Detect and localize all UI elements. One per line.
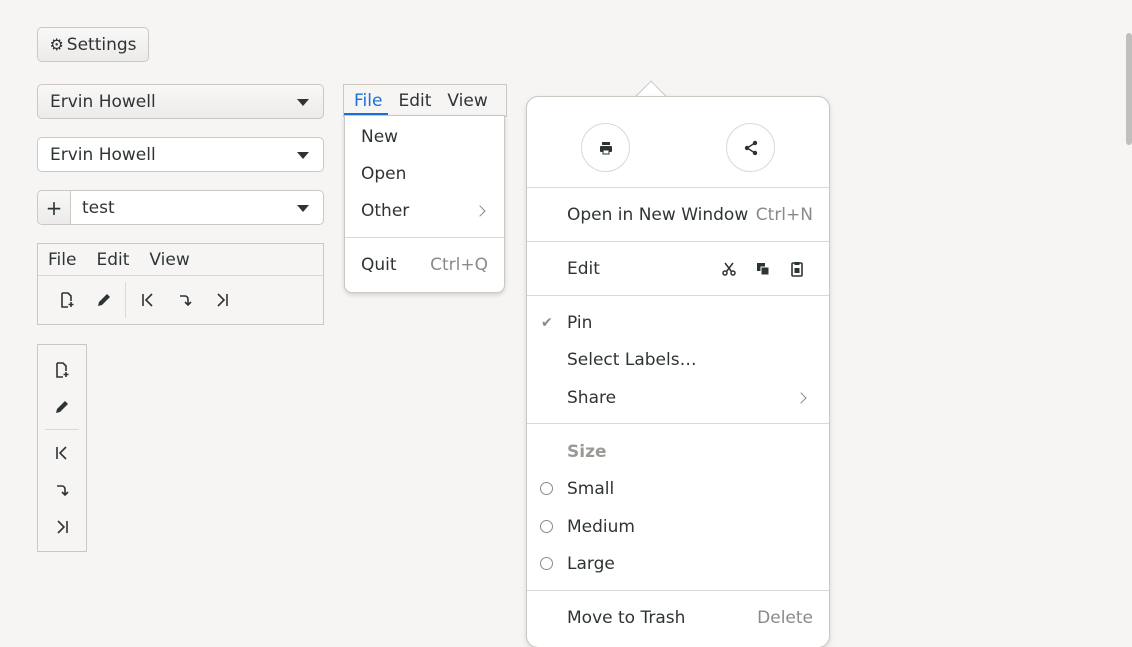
horizontal-toolbar bbox=[38, 276, 323, 324]
menu-separator bbox=[345, 237, 504, 238]
menu-item-other[interactable]: Other bbox=[345, 192, 504, 229]
move-to-trash-item[interactable]: Move to Trash Delete bbox=[567, 603, 813, 633]
user-combo-flat[interactable]: Ervin Howell bbox=[37, 137, 324, 172]
file-menu-dropdown: New Open Other Quit Ctrl+Q bbox=[344, 115, 505, 293]
combo-entry-value[interactable]: test bbox=[71, 191, 115, 224]
menubar-open: File Edit View bbox=[343, 84, 507, 117]
item-label: Move to Trash bbox=[567, 608, 686, 628]
share-button[interactable] bbox=[726, 123, 775, 172]
dropdown-arrow-icon bbox=[297, 152, 309, 159]
size-large-item[interactable]: Large bbox=[567, 549, 813, 579]
go-first-button[interactable] bbox=[44, 434, 81, 471]
edit-button[interactable] bbox=[44, 388, 81, 425]
section-title: Size bbox=[567, 442, 607, 462]
combo-value: Ervin Howell bbox=[50, 91, 156, 112]
toolbar-separator bbox=[125, 282, 126, 318]
go-first-button[interactable] bbox=[129, 282, 166, 319]
share-icon bbox=[744, 140, 757, 155]
go-last-button[interactable] bbox=[203, 282, 240, 319]
item-label: Pin bbox=[567, 313, 593, 333]
add-button[interactable]: + bbox=[38, 191, 71, 224]
item-label: Large bbox=[567, 554, 615, 574]
share-item[interactable]: Share bbox=[567, 383, 813, 413]
size-small-item[interactable]: Small bbox=[567, 474, 813, 504]
menu-edit[interactable]: Edit bbox=[86, 250, 139, 270]
select-labels-item[interactable]: Select Labels… bbox=[567, 345, 813, 375]
combo-entry-test[interactable]: + test bbox=[37, 190, 324, 225]
print-icon bbox=[599, 141, 612, 154]
go-first-icon bbox=[56, 445, 67, 460]
pin-item[interactable]: Pin bbox=[567, 308, 813, 338]
settings-label: Settings bbox=[66, 34, 137, 55]
item-label: Medium bbox=[567, 517, 635, 537]
user-combo-dropdown[interactable]: Ervin Howell bbox=[37, 84, 324, 119]
menubar-toolbar-panel: File Edit View bbox=[37, 243, 324, 325]
toolbar-separator bbox=[45, 429, 79, 430]
item-label: Open in New Window bbox=[567, 205, 749, 225]
size-section-title: Size bbox=[567, 437, 813, 467]
context-popover: Open in New Window Ctrl+N Edit ✔ Pin Sel… bbox=[526, 96, 830, 647]
check-icon: ✔ bbox=[541, 315, 553, 331]
vertical-toolbar bbox=[37, 344, 87, 552]
radio-large[interactable] bbox=[540, 557, 553, 570]
dropdown-arrow-icon[interactable] bbox=[297, 205, 309, 212]
go-last-icon bbox=[216, 293, 228, 307]
menubar: File Edit View bbox=[38, 244, 323, 276]
menu-item-label: New bbox=[361, 126, 399, 147]
jump-icon bbox=[57, 484, 69, 496]
print-button[interactable] bbox=[581, 123, 630, 172]
copy-icon[interactable] bbox=[755, 261, 771, 277]
menu-file-active[interactable]: File bbox=[344, 85, 389, 116]
menu-file[interactable]: File bbox=[38, 250, 86, 270]
size-medium-item[interactable]: Medium bbox=[567, 512, 813, 542]
item-label: Select Labels… bbox=[567, 350, 697, 370]
item-label: Small bbox=[567, 479, 615, 499]
menu-item-open[interactable]: Open bbox=[345, 155, 504, 192]
gear-icon: ⚙ bbox=[49, 35, 64, 54]
document-new-icon bbox=[60, 292, 73, 308]
menu-edit[interactable]: Edit bbox=[388, 85, 437, 116]
menu-item-new[interactable]: New bbox=[345, 118, 504, 155]
scrollbar[interactable] bbox=[1126, 33, 1132, 145]
popover-separator bbox=[527, 590, 829, 591]
popover-separator bbox=[527, 295, 829, 296]
menu-view[interactable]: View bbox=[437, 85, 493, 116]
settings-button[interactable]: ⚙ Settings bbox=[37, 27, 149, 62]
chevron-right-icon bbox=[474, 204, 486, 217]
jump-button[interactable] bbox=[166, 282, 203, 319]
document-new-button[interactable] bbox=[44, 351, 81, 388]
item-accel: Delete bbox=[757, 608, 813, 628]
go-first-icon bbox=[141, 293, 153, 307]
document-new-button[interactable] bbox=[48, 282, 85, 319]
radio-small[interactable] bbox=[540, 482, 553, 495]
dropdown-arrow-icon bbox=[297, 99, 309, 106]
menu-item-label: Quit bbox=[361, 254, 397, 275]
chevron-right-icon bbox=[795, 392, 807, 404]
jump-icon bbox=[179, 295, 192, 307]
popover-separator bbox=[527, 423, 829, 424]
go-last-icon bbox=[57, 519, 68, 534]
cut-icon[interactable] bbox=[721, 261, 737, 277]
open-new-window-item[interactable]: Open in New Window Ctrl+N bbox=[567, 200, 813, 230]
go-last-button[interactable] bbox=[44, 508, 81, 545]
menu-item-quit[interactable]: Quit Ctrl+Q bbox=[345, 246, 504, 283]
menu-view[interactable]: View bbox=[139, 250, 199, 270]
edit-row: Edit bbox=[567, 254, 813, 284]
radio-medium[interactable] bbox=[540, 520, 553, 533]
item-accel: Ctrl+N bbox=[755, 205, 813, 225]
edit-button[interactable] bbox=[85, 282, 122, 319]
item-label: Edit bbox=[567, 259, 600, 279]
menu-item-label: Open bbox=[361, 163, 407, 184]
popover-separator bbox=[527, 187, 829, 188]
document-new-icon bbox=[56, 361, 69, 378]
item-label: Share bbox=[567, 388, 617, 408]
paste-icon[interactable] bbox=[789, 261, 805, 277]
edit-pencil-icon bbox=[56, 400, 68, 413]
combo-value: Ervin Howell bbox=[50, 144, 156, 165]
jump-button[interactable] bbox=[44, 471, 81, 508]
menu-item-accel: Ctrl+Q bbox=[430, 254, 488, 275]
edit-pencil-icon bbox=[97, 294, 110, 306]
popover-separator bbox=[527, 241, 829, 242]
menu-item-label: Other bbox=[361, 200, 410, 221]
